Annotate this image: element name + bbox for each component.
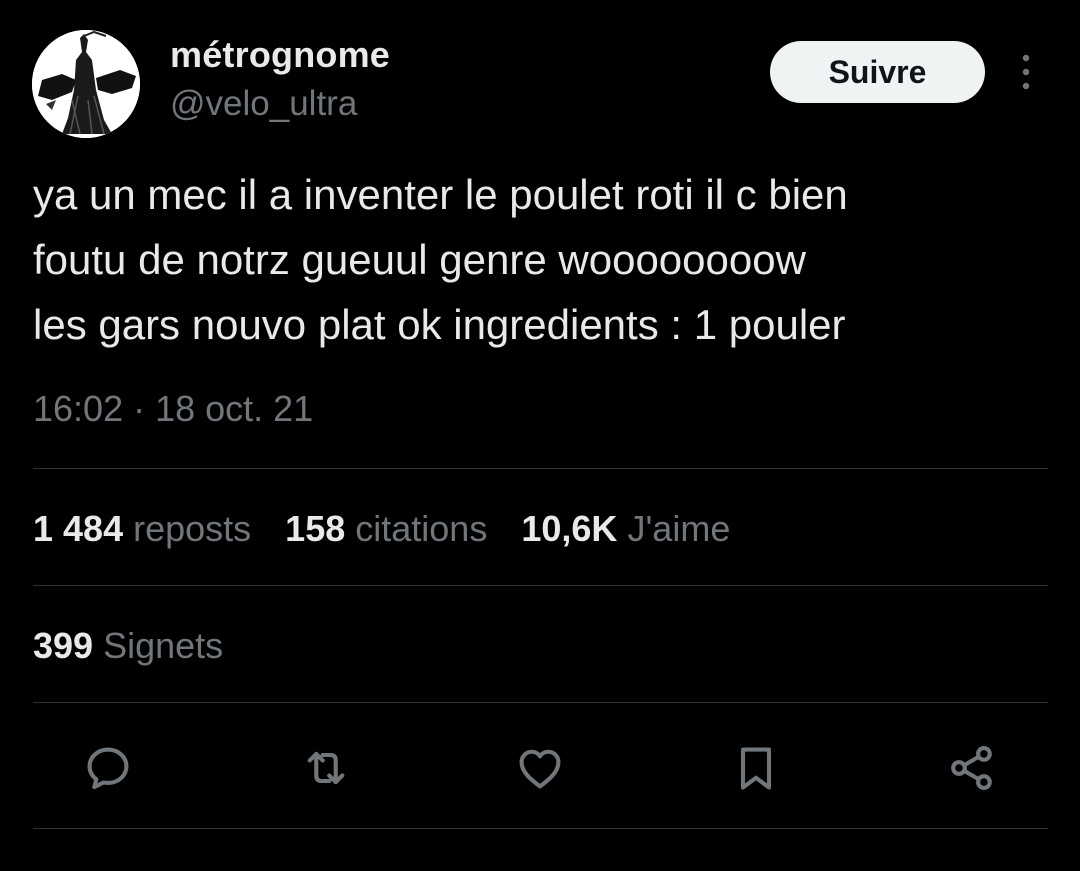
user-handle[interactable]: @velo_ultra — [170, 84, 357, 124]
repost-icon — [307, 751, 345, 785]
quotes-stat[interactable]: 158 citations — [285, 508, 487, 550]
like-button[interactable] — [512, 740, 568, 796]
tweet-detail: métrognome @velo_ultra Suivre ya un mec … — [0, 0, 1080, 871]
tweet-text-line: les gars nouvo plat ok ingredients : 1 p… — [33, 301, 846, 348]
tweet-text-line: foutu de notrz gueuul genre woooooooow — [33, 236, 806, 283]
bookmark-stats: 399 Signets — [33, 625, 223, 667]
tweet-text-line: ya un mec il a inventer le poulet roti i… — [33, 171, 848, 218]
divider — [33, 702, 1048, 703]
reply-icon — [87, 747, 129, 790]
bookmarks-stat[interactable]: 399 Signets — [33, 625, 223, 667]
bookmark-button[interactable] — [728, 740, 784, 796]
more-button[interactable] — [1008, 50, 1044, 94]
divider — [33, 828, 1048, 829]
likes-label: J'aime — [627, 508, 731, 549]
quotes-label: citations — [355, 508, 488, 549]
engagement-stats: 1 484 reposts 158 citations 10,6K J'aime — [33, 508, 730, 550]
action-bar — [0, 740, 1080, 796]
avatar[interactable] — [32, 30, 140, 138]
likes-stat[interactable]: 10,6K J'aime — [521, 508, 730, 550]
likes-count: 10,6K — [521, 508, 618, 549]
display-name[interactable]: métrognome — [170, 34, 390, 76]
bookmarks-label: Signets — [103, 625, 224, 666]
quotes-count: 158 — [285, 508, 346, 549]
bookmarks-count: 399 — [33, 625, 94, 666]
avatar-image — [32, 30, 140, 138]
share-button[interactable] — [944, 740, 1000, 796]
tweet-text: ya un mec il a inventer le poulet roti i… — [33, 162, 1048, 357]
follow-button[interactable]: Suivre — [770, 41, 985, 103]
more-vertical-icon — [1022, 54, 1030, 90]
tweet-timestamp[interactable]: 16:02 · 18 oct. 21 — [33, 388, 313, 430]
reposts-count: 1 484 — [33, 508, 124, 549]
heart-icon — [519, 749, 561, 789]
reposts-stat[interactable]: 1 484 reposts — [33, 508, 251, 550]
divider — [33, 585, 1048, 586]
share-icon — [951, 746, 992, 790]
bookmark-icon — [740, 747, 772, 790]
reposts-label: reposts — [133, 508, 252, 549]
divider — [33, 468, 1048, 469]
reply-button[interactable] — [80, 740, 136, 796]
repost-button[interactable] — [298, 740, 354, 796]
